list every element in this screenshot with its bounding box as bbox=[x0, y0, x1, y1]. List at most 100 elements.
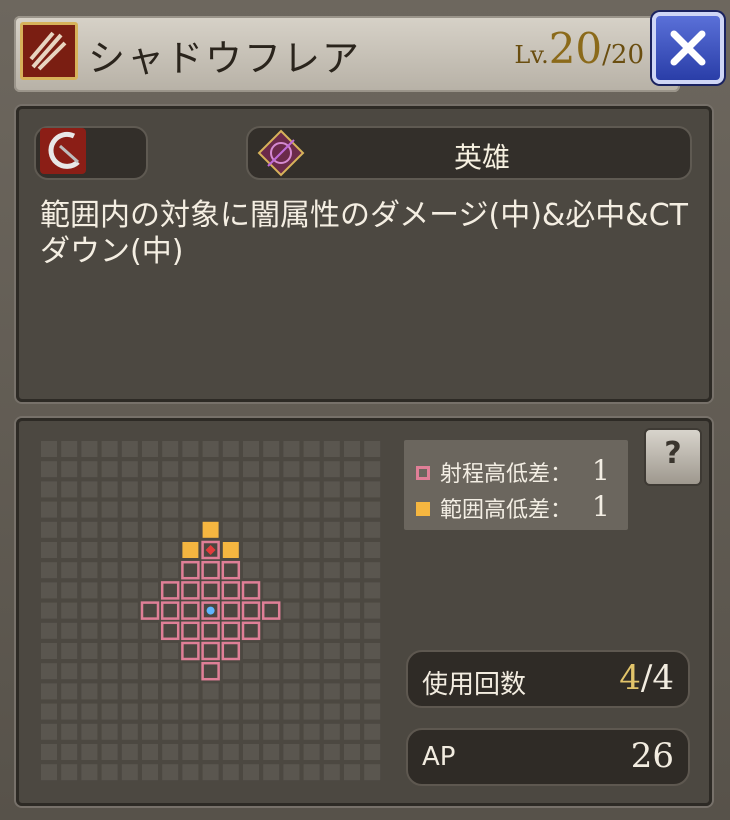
grid-cell bbox=[222, 723, 239, 740]
level-max: /20 bbox=[602, 40, 644, 70]
grid-cell bbox=[222, 764, 239, 781]
grid-cell bbox=[323, 764, 340, 781]
range-cell bbox=[181, 641, 200, 661]
grid-cell bbox=[344, 501, 360, 518]
grid-cell bbox=[121, 744, 138, 760]
grid-cell bbox=[142, 723, 158, 740]
grid-cell bbox=[263, 441, 280, 457]
skill-type-icon bbox=[20, 22, 78, 80]
grid-cell bbox=[222, 481, 239, 498]
grid-cell bbox=[41, 703, 57, 720]
grid-cell bbox=[202, 744, 219, 760]
grid-cell bbox=[323, 622, 340, 639]
grid-cell bbox=[323, 723, 340, 740]
grid-cell bbox=[303, 602, 320, 619]
grid-cell bbox=[344, 461, 360, 478]
grid-cell bbox=[41, 562, 57, 579]
grid-cell bbox=[243, 663, 259, 680]
grid-cell bbox=[142, 764, 158, 781]
help-button[interactable]: ? bbox=[644, 428, 702, 486]
grid-cell bbox=[142, 501, 158, 518]
grid-cell bbox=[323, 582, 340, 599]
range-cell bbox=[160, 581, 180, 600]
grid-cell bbox=[142, 481, 158, 498]
grid-cell bbox=[41, 663, 57, 680]
grid-cell bbox=[263, 562, 280, 579]
grid-cell bbox=[61, 744, 78, 760]
skill-description: 範囲内の対象に闇属性のダメージ(中)&必中&CTダウン(中) bbox=[40, 198, 688, 269]
range-cell bbox=[201, 641, 220, 661]
grid-cell bbox=[61, 683, 78, 700]
grid-cell bbox=[323, 521, 340, 538]
grid-cell bbox=[182, 703, 199, 720]
grid-cell bbox=[101, 602, 118, 619]
rank-icon bbox=[256, 128, 306, 178]
grid-cell bbox=[162, 501, 179, 518]
grid-cell bbox=[323, 643, 340, 659]
grid-cell bbox=[243, 764, 259, 781]
grid-cell bbox=[263, 663, 280, 680]
grid-cell bbox=[364, 622, 381, 639]
grid-cell bbox=[162, 703, 179, 720]
grid-cell bbox=[222, 744, 239, 760]
grid-cell bbox=[101, 764, 118, 781]
grid-cell bbox=[41, 683, 57, 700]
area-cell bbox=[182, 542, 199, 558]
uses-label: 使用回数 bbox=[422, 670, 527, 700]
grid-cell bbox=[364, 461, 381, 478]
range-cell bbox=[221, 601, 241, 620]
grid-cell bbox=[323, 562, 340, 579]
range-cell bbox=[261, 601, 281, 620]
grid-cell bbox=[303, 562, 320, 579]
grid-cell bbox=[121, 683, 138, 700]
grid-cell bbox=[283, 441, 300, 457]
grid-cell bbox=[263, 521, 280, 538]
grid-cell bbox=[121, 542, 138, 558]
grid-cell bbox=[344, 703, 360, 720]
grid-cell bbox=[41, 441, 57, 457]
grid-cell bbox=[303, 501, 320, 518]
grid-cell bbox=[142, 582, 158, 599]
grid-cell bbox=[243, 521, 259, 538]
grid-cell bbox=[283, 501, 300, 518]
grid-cell bbox=[323, 703, 340, 720]
range-cell bbox=[221, 560, 241, 580]
grid-cell bbox=[162, 643, 179, 659]
grid-cell bbox=[243, 683, 259, 700]
grid-cell bbox=[61, 764, 78, 781]
grid-cell bbox=[182, 441, 199, 457]
grid-cell bbox=[142, 663, 158, 680]
grid-cell bbox=[121, 622, 138, 639]
grid-cell bbox=[61, 501, 78, 518]
grid-cell bbox=[303, 461, 320, 478]
grid-cell bbox=[364, 582, 381, 599]
grid-cell bbox=[222, 441, 239, 457]
range-cell bbox=[181, 560, 200, 580]
grid-cell bbox=[41, 602, 57, 619]
grid-cell bbox=[222, 663, 239, 680]
grid-cell bbox=[243, 481, 259, 498]
grid-cell bbox=[323, 461, 340, 478]
grid-cell bbox=[182, 764, 199, 781]
grid-cell bbox=[323, 663, 340, 680]
grid-cell bbox=[323, 744, 340, 760]
grid-cell bbox=[283, 744, 300, 760]
grid-cell bbox=[263, 723, 280, 740]
grid-cell bbox=[61, 562, 78, 579]
grid-cell bbox=[182, 744, 199, 760]
grid-cell bbox=[283, 542, 300, 558]
grid-cell bbox=[202, 764, 219, 781]
grid-cell bbox=[142, 643, 158, 659]
grid-cell bbox=[303, 703, 320, 720]
range-cell bbox=[160, 601, 180, 620]
grid-cell bbox=[61, 663, 78, 680]
close-button[interactable] bbox=[652, 12, 724, 84]
grid-cell bbox=[303, 622, 320, 639]
skill-level: Lv.20/20 bbox=[514, 24, 644, 73]
grid-cell bbox=[142, 521, 158, 538]
grid-cell bbox=[364, 683, 381, 700]
grid-cell bbox=[121, 723, 138, 740]
grid-cell bbox=[243, 542, 259, 558]
grid-cell bbox=[283, 521, 300, 538]
area-cell bbox=[202, 521, 219, 538]
